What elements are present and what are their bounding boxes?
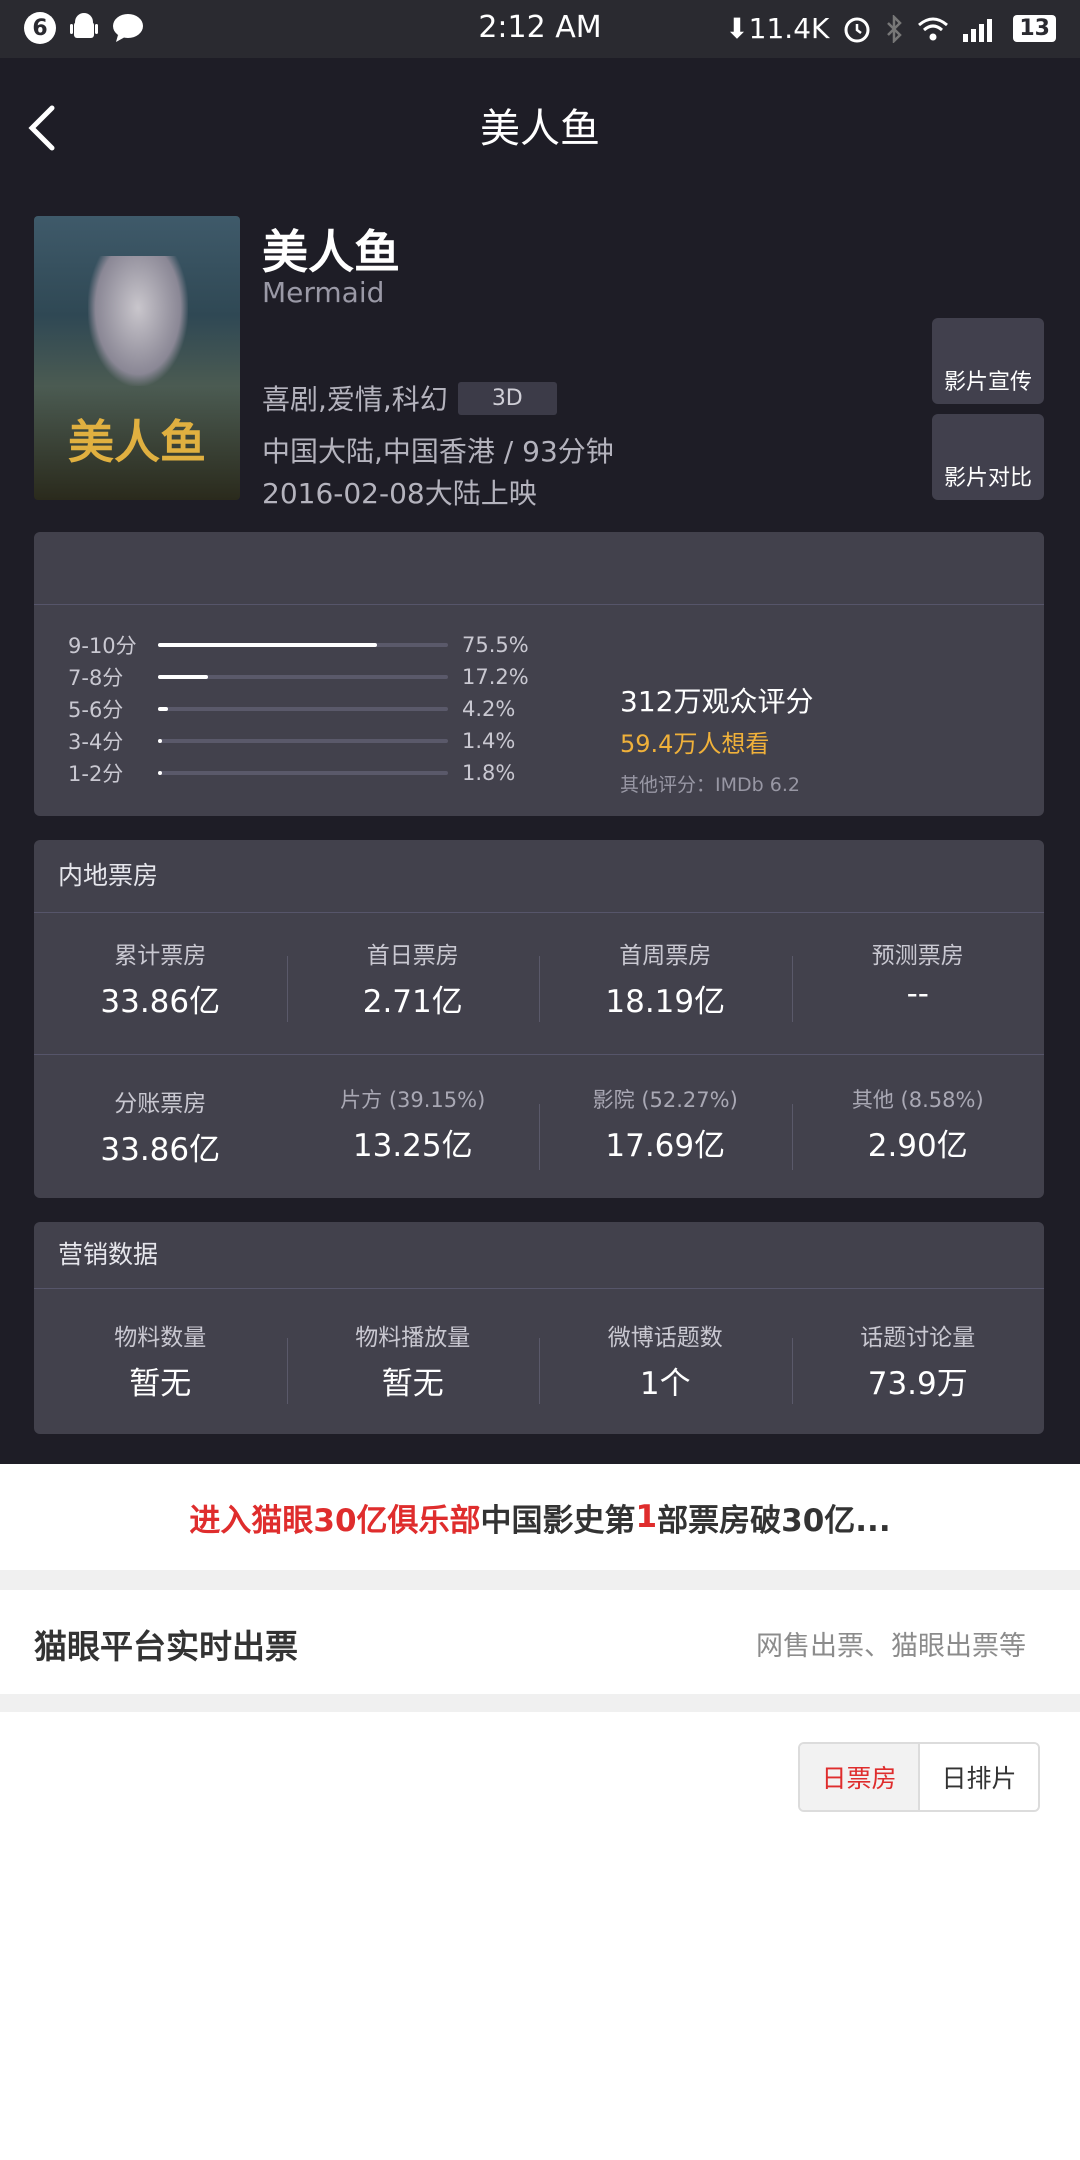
rating-fill xyxy=(158,675,208,679)
realtime-ticket-section[interactable]: 猫眼平台实时出票 网售出票、猫眼出票等 xyxy=(0,1590,1080,1694)
battery-level: 13 xyxy=(1013,15,1056,42)
status-bar: 6 2:12 AM ⬇11.4K 13 xyxy=(0,0,1080,58)
page-title: 美人鱼 xyxy=(480,106,600,152)
stat-topic-discussion: 话题讨论量 73.9万 xyxy=(791,1318,1045,1404)
club-banner-rank: 1 xyxy=(635,1499,658,1535)
stat-total-box-office: 累计票房 33.86亿 xyxy=(100,943,221,1020)
rating-row: 7-8分 17.2% xyxy=(68,662,529,692)
rating-track xyxy=(158,675,448,679)
promo-button[interactable]: 影片宣传 xyxy=(932,318,1044,404)
genre-text: 喜剧,爱情,科幻 xyxy=(262,383,448,416)
rating-row: 9-10分 75.5% xyxy=(68,630,529,660)
marketing-title: 营销数据 xyxy=(34,1222,1044,1289)
club-banner[interactable]: 进入猫眼30亿俱乐部 中国影史第 1 部票房破30亿... xyxy=(0,1464,1080,1570)
release-date: 2016-02-08大陆上映 xyxy=(262,477,537,510)
rating-track xyxy=(158,771,448,775)
chart-mode-toggle: 日票房 日排片 xyxy=(798,1742,1040,1812)
poster-shell-art xyxy=(88,256,188,386)
stat-material-plays: 物料播放量 暂无 xyxy=(286,1318,540,1404)
rating-percent: 75.5% xyxy=(462,633,529,657)
audience-score-count: 312万观众评分 xyxy=(620,685,814,718)
stat-cinema-share: 影院 (52.27%) 17.69亿 xyxy=(539,1084,792,1170)
rating-label: 9-10分 xyxy=(68,634,137,658)
wifi-icon xyxy=(918,17,949,40)
movie-english-title: Mermaid xyxy=(262,276,385,309)
rating-fill xyxy=(158,771,162,775)
rating-label: 1-2分 xyxy=(68,762,124,786)
rating-fill xyxy=(158,707,168,711)
realtime-subtitle: 网售出票、猫眼出票等 xyxy=(756,1631,1026,1662)
movie-poster[interactable]: 美人鱼 xyxy=(34,216,240,500)
signal-icon xyxy=(963,18,993,42)
movie-genres: 喜剧,爱情,科幻 3D xyxy=(262,378,557,418)
club-banner-highlight: 进入猫眼30亿俱乐部 xyxy=(189,1502,481,1539)
compare-button[interactable]: 影片对比 xyxy=(932,414,1044,500)
stat-first-day: 首日票房 2.71亿 xyxy=(286,936,540,1022)
rating-track xyxy=(158,643,448,647)
rating-fill xyxy=(158,739,162,743)
movie-header-section: 美人鱼 美人鱼 美人鱼 Mermaid 喜剧,爱情,科幻 3D 中国大陆,中国香… xyxy=(0,58,1080,1464)
rating-percent: 1.4% xyxy=(462,729,516,753)
other-rating: 其他评分：IMDb 6.2 xyxy=(620,774,800,796)
rating-row: 3-4分 1.4% xyxy=(68,726,515,756)
rating-card-header xyxy=(34,532,1044,605)
club-banner-tail: 部票房破30亿... xyxy=(657,1502,891,1539)
rating-label: 5-6分 xyxy=(68,698,124,722)
section-gap xyxy=(0,1694,1080,1712)
rating-label: 3-4分 xyxy=(68,730,124,754)
tab-daily-box-office[interactable]: 日票房 xyxy=(800,1744,920,1810)
stat-split-box-office: 分账票房 33.86亿 xyxy=(100,1091,221,1168)
format-badge: 3D xyxy=(457,381,557,415)
rating-fill xyxy=(158,643,377,647)
marketing-row: 物料数量 暂无 物料播放量 暂无 微博话题数 1个 话题讨论量 73.9万 xyxy=(34,1318,1045,1404)
movie-title: 美人鱼 xyxy=(262,225,400,279)
box-office-title: 内地票房 xyxy=(34,840,1044,913)
stat-first-week: 首周票房 18.19亿 xyxy=(539,936,792,1022)
rating-percent: 17.2% xyxy=(462,665,529,689)
box-office-card: 内地票房 累计票房 33.86亿 首日票房 2.71亿 首周票房 18.19亿 预测票… xyxy=(34,840,1044,1198)
box-office-divider xyxy=(34,1054,1044,1055)
box-office-row-2: 分账票房 33.86亿 片方 (39.15%) 13.25亿 影院 (52.27%)… xyxy=(34,1084,1045,1170)
region-duration: 中国大陆,中国香港 / 93分钟 xyxy=(262,435,614,468)
box-office-row-1: 累计票房 33.86亿 首日票房 2.71亿 首周票房 18.19亿 预测票房 -- xyxy=(34,936,1045,1022)
alarm-icon xyxy=(844,17,870,42)
bluetooth-icon xyxy=(887,14,903,43)
stat-forecast: 预测票房 -- xyxy=(791,936,1045,1022)
tab-daily-schedule[interactable]: 日排片 xyxy=(920,1744,1038,1810)
stat-producer-share: 片方 (39.15%) 13.25亿 xyxy=(340,1088,486,1164)
stat-other-share: 其他 (8.58%) 2.90亿 xyxy=(791,1084,1045,1170)
rating-track xyxy=(158,739,448,743)
rating-percent: 4.2% xyxy=(462,697,516,721)
club-banner-text: 中国影史第 xyxy=(480,1502,636,1539)
poster-title: 美人鱼 xyxy=(68,415,206,469)
marketing-card: 营销数据 物料数量 暂无 物料播放量 暂无 微博话题数 1个 话题讨论量 73.9万 xyxy=(34,1222,1044,1434)
network-speed: ⬇11.4K xyxy=(725,12,830,45)
rating-row: 5-6分 4.2% xyxy=(68,694,515,724)
rating-label: 7-8分 xyxy=(68,666,124,690)
rating-card: 9-10分 75.5% 7-8分 17.2% 5-6分 4.2% 3-4分 1.4% 1-2分 1… xyxy=(34,532,1044,816)
rating-row: 1-2分 1.8% xyxy=(68,758,515,788)
section-gap xyxy=(0,1570,1080,1590)
rating-track xyxy=(158,707,448,711)
stat-material-count: 物料数量 暂无 xyxy=(114,1325,207,1402)
rating-percent: 1.8% xyxy=(462,761,516,785)
want-to-see-count: 59.4万人想看 xyxy=(620,730,770,758)
realtime-title: 猫眼平台实时出票 xyxy=(34,1627,298,1666)
stat-weibo-topics: 微博话题数 1个 xyxy=(539,1318,792,1404)
